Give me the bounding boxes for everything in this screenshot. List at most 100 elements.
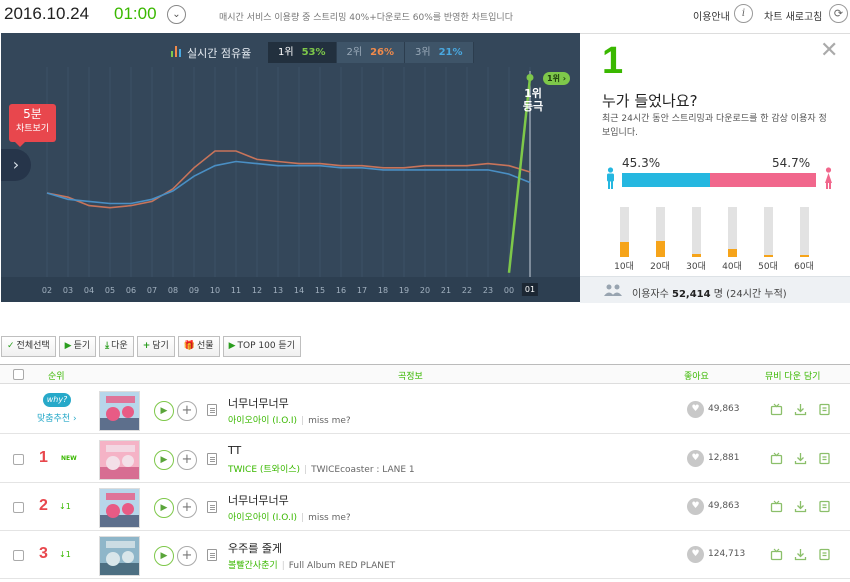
download-icon[interactable] — [794, 548, 807, 561]
top100-button[interactable]: ▶ TOP 100 듣기 — [222, 336, 301, 357]
info-rank: 1 — [602, 40, 624, 82]
album-art-image — [100, 489, 139, 527]
refresh-link[interactable]: 차트 새로고침 — [764, 8, 822, 23]
users-icon — [604, 284, 622, 296]
album-art[interactable] — [99, 391, 140, 431]
hour-tick-label: 10 — [209, 286, 221, 295]
add-icon[interactable]: + — [177, 401, 197, 421]
lyrics-icon[interactable] — [207, 549, 217, 561]
music-video-icon[interactable] — [770, 500, 783, 513]
close-icon[interactable]: ✕ — [820, 38, 838, 63]
table-row: 3 ↓1 ▶ + 우주를 줄게 볼빨간사춘기 | Full Album RED PLANET ♥… — [0, 531, 850, 579]
heart-icon[interactable]: ♥ — [687, 450, 704, 467]
add-to-playlist-icon[interactable] — [818, 452, 831, 465]
artist-name[interactable]: TWICE (트와이스) — [228, 465, 300, 475]
meta-separator: | — [301, 513, 305, 523]
listen-button[interactable]: ▶ 듣기 — [58, 336, 97, 357]
hour-tick-label: 03 — [62, 286, 74, 295]
album-art[interactable] — [99, 440, 140, 480]
add-button[interactable]: + 담기 — [136, 336, 175, 357]
info-icon[interactable]: i — [734, 4, 753, 23]
recommend-label[interactable]: 맞춤추천 › — [37, 411, 77, 424]
select-all-button[interactable]: ✓ 전체선택 — [1, 336, 56, 357]
hour-tick-label: 12 — [251, 286, 263, 295]
male-percent: 45.3% — [622, 156, 661, 170]
heart-icon[interactable]: ♥ — [687, 546, 704, 563]
add-to-playlist-icon[interactable] — [818, 548, 831, 561]
song-title[interactable]: TT — [228, 444, 241, 457]
artist-name[interactable]: 볼빨간사춘기 — [228, 561, 278, 571]
music-video-icon[interactable] — [770, 452, 783, 465]
age-bar — [620, 207, 629, 257]
user-count-row: 이용자수 52,414 명 (24시간 누적) — [580, 276, 850, 303]
album-art[interactable] — [99, 536, 140, 576]
song-title[interactable]: 우주를 줄게 — [228, 540, 282, 556]
why-badge[interactable]: why? — [43, 393, 71, 407]
play-icon[interactable]: ▶ — [154, 546, 174, 566]
rank-number: 2 — [39, 497, 48, 514]
download-icon[interactable] — [794, 500, 807, 513]
age-bar — [692, 207, 701, 257]
add-icon[interactable]: + — [177, 498, 197, 518]
song-title[interactable]: 너무너무너무 — [228, 492, 289, 508]
female-percent: 54.7% — [772, 156, 811, 170]
add-to-playlist-icon[interactable] — [818, 403, 831, 416]
download-button[interactable]: ⤓ 다운 — [99, 336, 134, 357]
button-label: 듣기 — [73, 341, 91, 351]
play-icon[interactable]: ▶ — [154, 401, 174, 421]
song-meta: 아이오아이 (I.O.I) | miss me? — [228, 510, 351, 523]
add-to-playlist-icon[interactable] — [818, 500, 831, 513]
hour-tick-label: 02 — [41, 286, 53, 295]
rank-number: 1 — [39, 449, 48, 466]
chart-date: 2016.10.24 — [4, 4, 90, 23]
music-video-icon[interactable] — [770, 548, 783, 561]
time-dropdown-icon[interactable]: ⌄ — [167, 5, 186, 24]
album-name[interactable]: TWICEcoaster : LANE 1 — [311, 465, 415, 475]
row-checkbox[interactable] — [13, 550, 24, 561]
lyrics-icon[interactable] — [207, 453, 217, 465]
rank-change: NEW — [61, 455, 77, 462]
header-actions: 뮤비 다운 담기 — [765, 372, 821, 382]
hour-tick-label: 04 — [83, 286, 95, 295]
music-video-icon[interactable] — [770, 403, 783, 416]
users-suffix: 명 (24시간 누적) — [713, 289, 787, 300]
share-graph: 실시간 점유율 1위 53% 2위 26% 3위 21% 5분 차트보기 › 1위 등극… — [1, 33, 580, 302]
album-name[interactable]: Full Album RED PLANET — [289, 561, 395, 571]
button-icon: ▶ — [228, 341, 236, 351]
add-icon[interactable]: + — [177, 450, 197, 470]
row-checkbox[interactable] — [13, 502, 24, 513]
song-title[interactable]: 너무너무너무 — [228, 395, 289, 411]
download-icon[interactable] — [794, 452, 807, 465]
guide-link[interactable]: 이용안내 — [693, 8, 730, 23]
age-label: 20대 — [650, 262, 670, 272]
heart-icon[interactable]: ♥ — [687, 498, 704, 515]
select-all-checkbox[interactable] — [13, 369, 24, 380]
like-count: 49,863 — [708, 501, 740, 511]
age-bar — [764, 207, 773, 257]
album-name[interactable]: miss me? — [308, 416, 351, 426]
artist-name[interactable]: 아이오아이 (I.O.I) — [228, 513, 297, 523]
button-label: 담기 — [152, 341, 169, 351]
five-min-chart-button[interactable]: 5분 차트보기 — [9, 104, 56, 142]
hour-tick-label: 17 — [356, 286, 368, 295]
heart-icon[interactable]: ♥ — [687, 401, 704, 418]
five-min-label: 차트보기 — [15, 124, 50, 134]
album-art[interactable] — [99, 488, 140, 528]
age-bar — [656, 207, 665, 257]
add-icon[interactable]: + — [177, 546, 197, 566]
play-icon[interactable]: ▶ — [154, 498, 174, 518]
gift-button[interactable]: 🎁 선물 — [177, 336, 220, 357]
artist-name[interactable]: 아이오아이 (I.O.I) — [228, 416, 297, 426]
button-icon: 🎁 — [183, 341, 196, 351]
button-label: 전체선택 — [16, 341, 50, 351]
row-checkbox[interactable] — [13, 454, 24, 465]
play-icon[interactable]: ▶ — [154, 450, 174, 470]
album-name[interactable]: miss me? — [308, 513, 351, 523]
download-icon[interactable] — [794, 403, 807, 416]
refresh-icon[interactable]: ⟳ — [829, 4, 848, 23]
lyrics-icon[interactable] — [207, 501, 217, 513]
hour-tick-label: 15 — [314, 286, 326, 295]
table-row: 1 NEW ▶ + TT TWICE (트와이스) | TWICEcoaster : LANE… — [0, 435, 850, 483]
lyrics-icon[interactable] — [207, 404, 217, 416]
age-bar-fill — [728, 249, 737, 257]
